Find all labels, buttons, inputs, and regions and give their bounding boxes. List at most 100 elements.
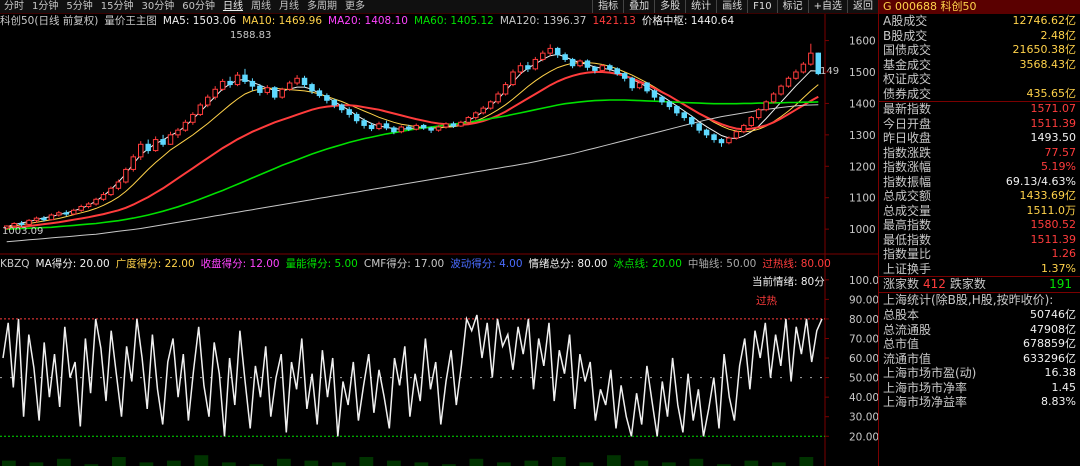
stat-value: 1511.39 [1030,232,1077,246]
stat-row: 总成交额 1433.69亿 [879,189,1080,204]
freeze-bar [139,462,154,466]
legend-title: KBZQ [0,258,30,270]
legend-item: MA得分: 20.00 [35,258,110,270]
period-tab[interactable]: 5分钟 [62,0,96,13]
tool-button[interactable]: +自选 [807,0,847,13]
period-tab[interactable]: 月线 [275,0,303,13]
sub-y-tick-label: 30.00 [849,412,878,424]
candle-body [711,134,717,141]
kline-chart-area[interactable]: 1588.83 1003.09 149 当前情绪: 80分过热 1600 1500 14… [0,0,878,466]
legend-item: 广度得分: 22.00 [115,258,195,270]
candle-body [391,127,397,133]
tool-button[interactable]: 返回 [847,0,878,13]
sub-y-tick-label: 90.00 [849,294,878,306]
stat-label: 权证成交 [883,72,932,86]
stat-label: 指数振幅 [883,174,932,189]
kbzq-legend: KBZQ MA得分: 20.00 广度得分: 22.00 收盘得分: 12.00 量能得… [0,257,837,271]
legend-item: MA5: 1503.06 [162,15,237,27]
stat-value: 678859亿 [1023,337,1076,350]
tool-button[interactable]: 统计 [685,0,716,13]
freeze-bar [799,457,814,466]
tool-button[interactable]: 标记 [776,0,808,13]
legend-item: 中轴线: 50.00 [687,258,757,270]
candle-body [755,109,762,119]
candle-body [301,77,308,86]
legend-item: 量能得分: 5.00 [285,258,358,270]
candle-body [495,93,501,103]
y-tick-label: 1400 [849,98,876,110]
candle-body [108,187,114,196]
period-tab[interactable]: 周线 [247,0,275,13]
candle-body [331,99,338,106]
market-stats-panel: G 000688 科创50 A股成交 12746.62亿 B股成交 2.48亿 国债成交… [878,0,1080,466]
legend-item: MA120: 1396.37 [499,15,587,27]
tool-button[interactable]: 画线 [716,0,747,13]
stat-label: 国债成交 [883,43,932,57]
period-tab[interactable]: 15分钟 [97,0,138,13]
shanghai-stats-title: 上海统计(除B股,H股,按昨收价): [883,293,1054,307]
candle-body [115,181,122,189]
period-tab[interactable]: 多周期 [303,0,341,13]
ma-line-ma10 [6,62,819,228]
legend-item: CMF得分: 17.00 [363,258,445,270]
volume-stats-block: A股成交 12746.62亿 B股成交 2.48亿 国债成交 21650.38亿 基金成交 3… [879,14,1080,101]
candle-body [554,47,561,56]
candle-body [383,123,390,129]
overheat-status-label: 过热 [756,294,777,307]
freeze-bar [387,460,401,466]
stat-row: 上海市场净益率 8.83% [879,395,1080,410]
zhangjia-label: 涨家数 [883,277,920,291]
stat-value: 1571.07 [1030,102,1077,115]
candle-body [234,74,241,86]
candle-body [398,126,405,133]
ma-line-ma20 [6,71,819,230]
period-tab[interactable]: 30分钟 [137,0,178,13]
stat-value: 3568.43亿 [1019,57,1077,71]
stat-label: 指数涨跌 [883,145,932,160]
candle-body [577,60,583,67]
freeze-bar [744,460,759,466]
candle-body [212,88,218,98]
period-tab[interactable]: 更多 [341,0,369,13]
indicator-name[interactable]: 量价王主图 [104,15,157,27]
y-tick-label: 1300 [849,130,876,142]
tool-button[interactable]: 叠加 [623,0,654,13]
candle-body [525,65,531,70]
stat-label: 总股本 [883,308,920,322]
period-tab[interactable]: 60分钟 [178,0,219,13]
candle-body [420,124,427,129]
stat-label: 上海市场市净率 [883,380,968,395]
tool-button[interactable]: 多股 [654,0,685,13]
candle-body [607,65,613,70]
freeze-bar [29,462,44,466]
candle-body [376,123,382,130]
candle-body [547,47,553,54]
stat-label: 最高指数 [883,218,932,232]
freeze-bar [277,458,291,466]
candle-body [41,217,47,221]
candle-body [473,112,479,119]
freeze-bar [222,462,236,466]
stat-row: 指数量比 1.26 [879,247,1080,262]
candle-body [688,117,695,125]
candle-body [205,96,211,106]
freeze-bar [689,458,704,466]
period-tab[interactable]: 分时 [0,0,28,13]
candle-body [242,74,248,82]
stat-value: 69.13/4.63% [1005,174,1076,188]
stat-row: 指数振幅 69.13/4.63% [879,175,1080,190]
period-tab[interactable]: 1分钟 [28,0,62,13]
freeze-bar [579,462,594,466]
tool-buttons: 指标 叠加 多股 统计 画线 F10 标记 +自选 返回 [592,0,878,13]
stat-row: 今日开盘 1511.39 [879,117,1080,132]
period-toolbar: 分时 1分钟 5分钟 15分钟 30分钟 60分钟 日线 周线 月线 多周期 更多 指标 叠加 多股 统计画… [0,0,878,14]
stat-row: 流通市值 633296亿 [879,352,1080,367]
candle-body [219,80,226,90]
candle-body [651,90,658,98]
period-tab[interactable]: 日线 [219,0,247,13]
tool-button[interactable]: F10 [747,0,776,13]
candle-body [540,52,546,60]
stat-label: 基金成交 [883,57,932,72]
candle-body [569,58,576,67]
tool-button[interactable]: 指标 [592,0,623,13]
